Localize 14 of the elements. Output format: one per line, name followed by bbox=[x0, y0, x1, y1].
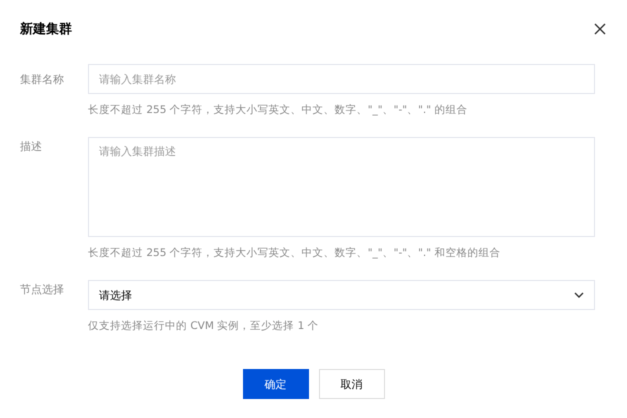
name-input-field[interactable]: 请输入集群名称 bbox=[88, 64, 595, 94]
field-hint: 仅支持选择运行中的 CVM 实例，至少选择 1 个 bbox=[88, 319, 320, 333]
description-input-field[interactable]: 请输入集群描述 bbox=[88, 137, 595, 237]
field-hint: 长度不超过 255 个字符，支持大小写英文、中文、数字、"_"、"-"、"." 的组合 bbox=[88, 103, 468, 117]
field-hint: 长度不超过 255 个字符，支持大小写英文、中文、数字、"_"、"-"、"." 和空格的组合 bbox=[88, 246, 502, 260]
dialog-title: 新建集群 bbox=[20, 20, 72, 38]
field-label: 集群名称 bbox=[20, 72, 65, 88]
field-label: 描述 bbox=[20, 139, 43, 155]
close-icon[interactable] bbox=[593, 22, 607, 36]
node-select-dropdown[interactable]: 请选择 bbox=[88, 280, 595, 310]
cancel-button[interactable]: 取消 bbox=[318, 369, 384, 399]
confirm-button[interactable]: 确定 bbox=[242, 369, 308, 399]
field-label: 节点选择 bbox=[20, 282, 65, 298]
chevron-down-icon bbox=[574, 292, 584, 298]
